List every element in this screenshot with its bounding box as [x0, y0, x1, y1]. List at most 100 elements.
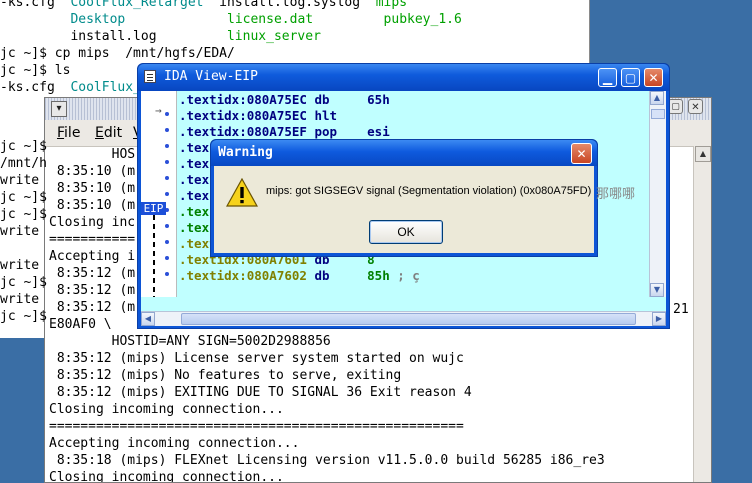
ida-code-line[interactable]: .tex	[179, 188, 209, 204]
ida-address: .tex	[179, 156, 210, 171]
ok-button[interactable]: OK	[369, 220, 443, 244]
terminal-line: 8:35:10 (m	[49, 164, 136, 179]
line-marker-icon	[165, 128, 169, 132]
terminal-text-segment: -ks.cfg	[0, 0, 71, 10]
line-marker-icon	[165, 144, 169, 148]
back-terminal-right-fragment: 21	[673, 302, 689, 317]
ida-address: .textidx:080A75EC	[179, 92, 307, 107]
close-button[interactable]: ✕	[644, 68, 663, 87]
back-terminal-line: jc ~]$ cp mips /mnt/hgfs/EDA/	[0, 45, 235, 62]
back-terminal-line: install.log linux_server	[0, 28, 321, 45]
ida-code-line[interactable]: .tex	[179, 140, 209, 156]
ida-code-line[interactable]: .textidx:080A7602 db 85h ; ç	[179, 268, 420, 284]
terminal-line: Closing incoming connection...	[49, 402, 284, 417]
terminal-text-segment: mips	[375, 0, 408, 10]
terminal-line: 8:35:12 (m	[49, 300, 136, 315]
terminal-line: HOS	[49, 147, 136, 162]
terminal-text-segment: jc ~]$ ls	[0, 63, 71, 78]
ida-titlebar[interactable]: IDA View-EIP ▁ ▢ ✕	[138, 64, 669, 91]
ida-code-line[interactable]: .textidx:080A75EF pop esi	[179, 124, 390, 140]
terminal-text-segment: linux_server	[226, 29, 321, 44]
back-terminal-fragment: write	[0, 258, 40, 273]
menu-file[interactable]: File	[57, 125, 80, 141]
warning-icon	[226, 178, 258, 207]
terminal-text-segment: CoolFlux_	[70, 80, 141, 95]
terminal-line: HOSTID=ANY SIGN=5002D2988856	[49, 334, 331, 349]
scroll-thumb[interactable]	[181, 313, 636, 325]
back-terminal-fragment: jc ~]$	[0, 309, 47, 324]
terminal-line: 8:35:12 (m	[49, 266, 136, 281]
ida-address: .textidx:080A7602	[179, 268, 307, 283]
terminal-text-segment: -ks.cfg	[0, 80, 71, 95]
ida-address: .textidx:080A75EC	[179, 108, 307, 123]
ida-address: .tex	[179, 188, 210, 203]
flow-arrow-icon: →	[155, 104, 162, 117]
terminal-text-segment: install.log.syslog	[219, 0, 376, 10]
back-terminal-line: jc ~]$ ls	[0, 62, 70, 79]
warning-message: mips: got SIGSEGV signal (Segmentation v…	[266, 185, 592, 197]
scroll-right-icon[interactable]: ▶	[652, 312, 666, 326]
ida-code-line[interactable]: .tex	[179, 156, 209, 172]
line-marker-icon	[165, 256, 169, 260]
ida-code-line[interactable]: .textidx:080A75EC db 65h	[179, 92, 390, 108]
ida-address: .tex	[179, 220, 210, 235]
close-icon: ✕	[576, 147, 587, 161]
line-marker-icon	[165, 112, 169, 116]
ida-code-line[interactable]: .tex	[179, 172, 209, 188]
terminal-line: E80AF0 \	[49, 317, 112, 332]
terminal-line: Closing inc	[49, 215, 136, 230]
back-terminal-line: -ks.cfg CoolFlux_	[0, 79, 141, 96]
terminal-line: 8:35:10 (m	[49, 198, 136, 213]
background-text-fragment: 那哪哪	[596, 187, 636, 202]
line-marker-icon	[165, 160, 169, 164]
ida-comment: ; ç	[389, 268, 420, 283]
ida-address: .tex	[179, 172, 210, 187]
ida-mnemonic: db	[306, 268, 368, 283]
scroll-left-icon[interactable]: ◀	[141, 312, 155, 326]
ida-operand: esi	[367, 124, 390, 139]
ida-address: .textidx:080A75EF	[179, 124, 307, 139]
warning-titlebar[interactable]: Warning ✕	[211, 140, 597, 166]
scroll-down-icon[interactable]: ▼	[650, 283, 664, 297]
back-terminal-fragment: /mnt/h	[0, 156, 47, 171]
terminal-line: Accepting i	[49, 249, 136, 264]
close-icon: ✕	[648, 71, 659, 85]
front-terminal-scrollbar[interactable]: ▲	[693, 146, 711, 482]
ida-code-line[interactable]: .textidx:080A75EC hlt	[179, 108, 367, 124]
ida-title: IDA View-EIP	[164, 69, 258, 84]
terminal-line: 8:35:12 (mips) No features to serve, exi…	[49, 368, 402, 383]
terminal-text-segment: install.log	[0, 29, 227, 44]
ida-code-line[interactable]: .tex	[179, 220, 209, 236]
terminal-text-segment: Desktop	[70, 12, 227, 27]
terminal-text-segment: CoolFlux_Retarget	[70, 0, 220, 10]
terminal-line: ========================================…	[49, 419, 464, 434]
scroll-up-icon[interactable]: ▲	[695, 146, 711, 162]
ida-mnemonic: db	[306, 92, 368, 107]
maximize-icon: ▢	[624, 71, 637, 85]
minimize-button[interactable]: ▁	[598, 68, 617, 87]
line-marker-icon	[165, 192, 169, 196]
maximize-button[interactable]: ▢	[621, 68, 640, 87]
terminal-line: 8:35:12 (m	[49, 283, 136, 298]
warning-title: Warning	[218, 145, 273, 160]
scroll-up-icon[interactable]: ▲	[650, 91, 664, 105]
window-menu-button[interactable]: ▾	[51, 101, 67, 117]
ida-address: .tex	[179, 204, 210, 219]
ida-operand: 65h	[367, 92, 390, 107]
terminal-line: 8:35:18 (mips) FLEXnet Licensing version…	[49, 453, 605, 468]
close-button[interactable]: ✕	[571, 143, 592, 164]
maximize-icon[interactable]: ▢	[668, 99, 683, 114]
close-icon[interactable]: ✕	[688, 99, 703, 114]
terminal-line: Accepting incoming connection...	[49, 436, 300, 451]
terminal-text-segment: license.dat	[227, 12, 384, 27]
ida-vertical-scrollbar[interactable]: ▲ ▼	[649, 91, 666, 297]
jump-line	[153, 215, 155, 297]
ida-code-line[interactable]: .tex	[179, 204, 209, 220]
warning-dialog[interactable]: Warning ✕ mips: got SIGSEGV signal (Segm…	[210, 139, 598, 257]
ida-horizontal-scrollbar[interactable]: ◀ ▶	[141, 311, 666, 326]
scroll-thumb[interactable]	[651, 109, 665, 119]
minimize-icon: ▁	[602, 71, 613, 85]
ida-mnemonic: hlt	[306, 108, 368, 123]
menu-edit[interactable]: Edit	[95, 125, 122, 141]
